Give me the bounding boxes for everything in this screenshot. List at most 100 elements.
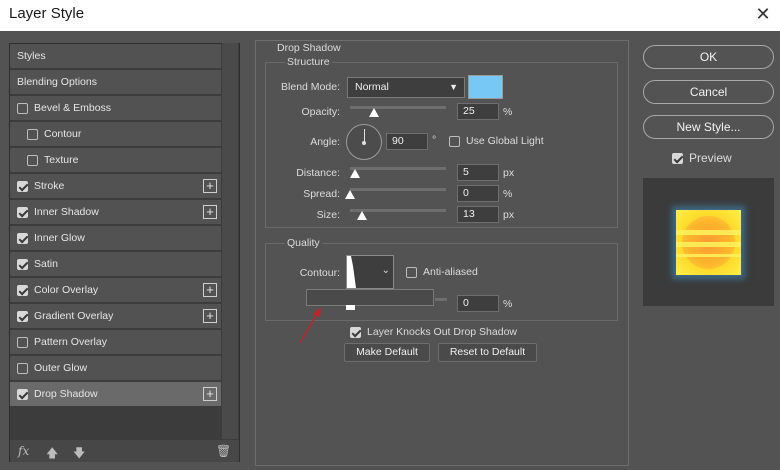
styles-list-item[interactable]: Satin bbox=[10, 252, 221, 277]
styles-list-item[interactable]: Contour bbox=[10, 122, 221, 147]
fx-icon[interactable]: fx bbox=[18, 444, 29, 458]
spread-label: Spread: bbox=[303, 188, 340, 200]
add-style-instance-icon[interactable]: + bbox=[203, 387, 217, 401]
distance-field[interactable]: 5 bbox=[457, 164, 499, 181]
styles-list-item-label: Inner Glow bbox=[34, 232, 85, 244]
size-label: Size: bbox=[316, 209, 340, 221]
distance-unit: px bbox=[503, 167, 515, 179]
chevron-down-icon: ▼ bbox=[449, 82, 458, 92]
styles-list-item-label: Drop Shadow bbox=[34, 388, 98, 400]
style-enable-checkbox[interactable] bbox=[17, 258, 28, 270]
opacity-unit: % bbox=[503, 106, 513, 118]
styles-list-item-label: Color Overlay bbox=[34, 284, 99, 296]
ok-button[interactable]: OK bbox=[643, 45, 774, 69]
preview-box[interactable] bbox=[672, 152, 683, 164]
preview-stripe bbox=[676, 242, 741, 247]
make-default-button[interactable]: Make Default bbox=[344, 343, 430, 362]
trash-icon[interactable]: 🗑 bbox=[216, 444, 231, 458]
chevron-down-icon: ⌄ bbox=[381, 265, 390, 276]
size-slider-thumb[interactable] bbox=[357, 211, 367, 220]
noise-slider-highlight[interactable] bbox=[306, 289, 434, 306]
knocks-out-box[interactable] bbox=[350, 326, 361, 338]
style-enable-checkbox[interactable] bbox=[17, 102, 28, 114]
styles-list-item-label: Gradient Overlay bbox=[34, 310, 114, 322]
styles-list-item-label: Pattern Overlay bbox=[34, 336, 107, 348]
preview-label: Preview bbox=[689, 151, 732, 165]
style-enable-checkbox[interactable] bbox=[27, 154, 38, 166]
opacity-slider-track[interactable] bbox=[350, 106, 446, 109]
noise-field[interactable]: 0 bbox=[457, 295, 499, 312]
knocks-out-checkbox[interactable]: Layer Knocks Out Drop Shadow bbox=[350, 326, 517, 338]
spread-field[interactable]: 0 bbox=[457, 185, 499, 202]
add-style-instance-icon[interactable]: + bbox=[203, 283, 217, 297]
arrow-down-icon[interactable]: 🡇 bbox=[73, 444, 85, 465]
use-global-light-checkbox[interactable]: Use Global Light bbox=[449, 135, 544, 147]
add-style-instance-icon[interactable]: + bbox=[203, 205, 217, 219]
angle-label: Angle: bbox=[310, 136, 340, 148]
angle-dial[interactable] bbox=[346, 124, 382, 160]
contour-picker[interactable]: ⌄ bbox=[346, 255, 394, 289]
annotation-arrow-icon bbox=[299, 307, 321, 344]
structure-title: Structure bbox=[285, 56, 332, 68]
styles-list-item-label: Stroke bbox=[34, 180, 65, 192]
styles-list-item-label: Styles bbox=[17, 50, 46, 62]
styles-list-item[interactable]: Drop Shadow + bbox=[10, 382, 221, 407]
preview-checkbox[interactable]: Preview bbox=[672, 151, 732, 165]
opacity-field[interactable]: 25 bbox=[457, 103, 499, 120]
style-enable-checkbox[interactable] bbox=[17, 362, 28, 374]
style-enable-checkbox[interactable] bbox=[17, 284, 28, 296]
drop-shadow-title: Drop Shadow bbox=[275, 42, 343, 54]
noise-slider-track[interactable] bbox=[435, 298, 447, 301]
shadow-color-swatch[interactable] bbox=[468, 75, 503, 99]
size-field[interactable]: 13 bbox=[457, 206, 499, 223]
style-enable-checkbox[interactable] bbox=[17, 232, 28, 244]
distance-label: Distance: bbox=[296, 167, 340, 179]
reset-default-button[interactable]: Reset to Default bbox=[438, 343, 537, 362]
title-bar bbox=[0, 0, 780, 31]
styles-list-item[interactable]: Bevel & Emboss bbox=[10, 96, 221, 121]
quality-title: Quality bbox=[285, 237, 322, 249]
use-global-light-box[interactable] bbox=[449, 135, 460, 147]
styles-list-item[interactable]: Blending Options bbox=[10, 70, 221, 95]
add-style-instance-icon[interactable]: + bbox=[203, 309, 217, 323]
arrow-up-icon[interactable]: 🡅 bbox=[46, 444, 58, 465]
angle-field[interactable]: 90 bbox=[386, 133, 428, 150]
styles-list-item[interactable]: Color Overlay + bbox=[10, 278, 221, 303]
style-enable-checkbox[interactable] bbox=[17, 388, 28, 400]
anti-aliased-label: Anti-aliased bbox=[423, 266, 478, 278]
add-style-instance-icon[interactable]: + bbox=[203, 179, 217, 193]
styles-list-item[interactable]: Pattern Overlay bbox=[10, 330, 221, 355]
preview-stripe bbox=[676, 230, 741, 235]
blend-mode-dropdown[interactable]: Normal ▼ bbox=[347, 77, 465, 98]
distance-slider-thumb[interactable] bbox=[350, 169, 360, 178]
anti-aliased-checkbox[interactable]: Anti-aliased bbox=[406, 266, 478, 278]
style-enable-checkbox[interactable] bbox=[27, 128, 38, 140]
style-enable-checkbox[interactable] bbox=[17, 310, 28, 322]
styles-list-item[interactable]: Gradient Overlay + bbox=[10, 304, 221, 329]
opacity-slider-thumb[interactable] bbox=[369, 108, 379, 117]
styles-list-item[interactable]: Inner Glow bbox=[10, 226, 221, 251]
preview-stripe bbox=[676, 254, 741, 257]
styles-list-item[interactable]: Stroke + bbox=[10, 174, 221, 199]
close-icon[interactable]: ✕ bbox=[752, 3, 774, 25]
use-global-light-label: Use Global Light bbox=[466, 135, 544, 147]
spread-slider-thumb[interactable] bbox=[345, 190, 355, 199]
noise-slider-thumb[interactable] bbox=[346, 305, 355, 310]
cancel-button[interactable]: Cancel bbox=[643, 80, 774, 104]
styles-list-item[interactable]: Texture bbox=[10, 148, 221, 173]
angle-unit: ° bbox=[432, 134, 437, 146]
styles-list-item-label: Blending Options bbox=[17, 76, 97, 88]
spread-slider-track[interactable] bbox=[350, 188, 446, 191]
style-enable-checkbox[interactable] bbox=[17, 206, 28, 218]
style-preview-swatch bbox=[676, 210, 741, 275]
styles-list-scrollbar[interactable] bbox=[222, 43, 238, 439]
styles-list-item[interactable]: Inner Shadow + bbox=[10, 200, 221, 225]
styles-list-item[interactable]: Outer Glow bbox=[10, 356, 221, 381]
style-enable-checkbox[interactable] bbox=[17, 336, 28, 348]
styles-list-item[interactable]: Styles bbox=[10, 44, 221, 69]
style-enable-checkbox[interactable] bbox=[17, 180, 28, 192]
anti-aliased-box[interactable] bbox=[406, 266, 417, 278]
distance-slider-track[interactable] bbox=[350, 167, 446, 170]
styles-list-item-label: Bevel & Emboss bbox=[34, 102, 112, 114]
new-style-button[interactable]: New Style... bbox=[643, 115, 774, 139]
